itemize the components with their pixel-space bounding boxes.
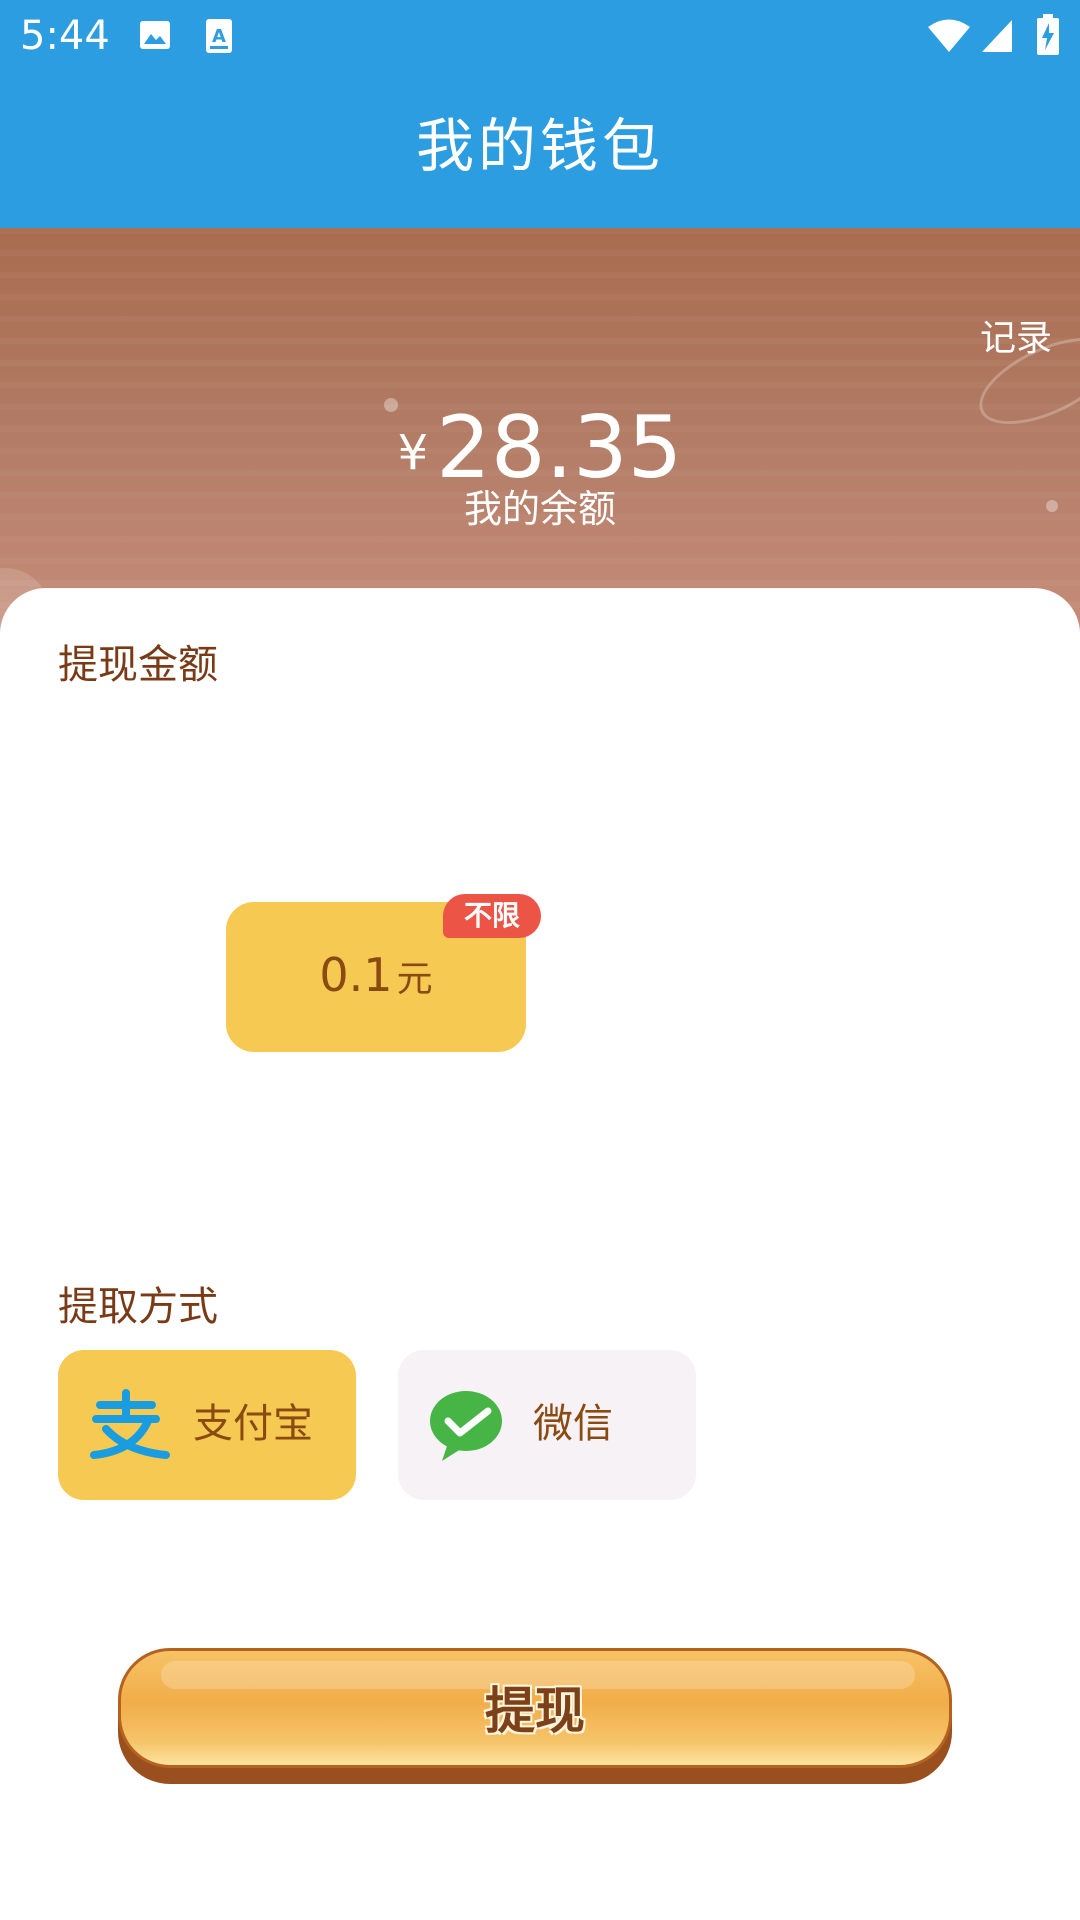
status-bar: 5:44 A — [0, 0, 1080, 72]
svg-text:A: A — [212, 26, 226, 47]
wallet-screen: 5:44 A 我的钱包 记录 ¥28.35 我的余额 提现金额 0.1 元 不限… — [0, 0, 1080, 1920]
alipay-label: 支付宝 — [193, 1401, 313, 1447]
balance-amount: ¥28.35 — [0, 398, 1080, 498]
alipay-option[interactable]: 支付宝 — [58, 1350, 356, 1500]
balance-label: 我的余额 — [463, 487, 616, 531]
payment-method-title: 提取方式 — [58, 1284, 218, 1330]
app-bar: 我的钱包 — [0, 72, 1080, 228]
record-link[interactable]: 记录 — [980, 316, 1052, 362]
image-icon — [140, 21, 170, 49]
balance-value: 28.35 — [436, 398, 683, 498]
withdraw-amount-title: 提现金额 — [58, 642, 218, 688]
withdraw-button[interactable]: 提现 — [118, 1648, 952, 1784]
amount-option-value: 0.1 — [319, 948, 393, 1002]
amount-option-text: 0.1 元 — [226, 948, 526, 1002]
withdraw-button-face: 提现 — [118, 1648, 952, 1768]
wechat-option[interactable]: 微信 — [398, 1350, 696, 1500]
balance-header: 记录 ¥28.35 我的余额 — [0, 228, 1080, 648]
wifi-icon — [928, 19, 970, 52]
unlimited-badge: 不限 — [443, 894, 541, 938]
withdraw-card: 提现金额 0.1 元 不限 提取方式 支付宝 微信 提现 — [0, 588, 1080, 1920]
currency-symbol: ¥ — [397, 425, 429, 481]
alipay-icon — [90, 1389, 170, 1459]
battery-charging-icon — [1037, 14, 1059, 55]
status-time: 5:44 — [20, 13, 110, 59]
withdraw-button-label: 提现 — [485, 1682, 585, 1740]
wechat-label: 微信 — [533, 1401, 613, 1447]
wechat-icon — [430, 1391, 502, 1461]
amount-option-unit: 元 — [396, 959, 433, 1000]
page-title: 我的钱包 — [415, 112, 664, 180]
text-a-icon: A — [206, 19, 232, 53]
cell-signal-icon — [982, 20, 1012, 52]
